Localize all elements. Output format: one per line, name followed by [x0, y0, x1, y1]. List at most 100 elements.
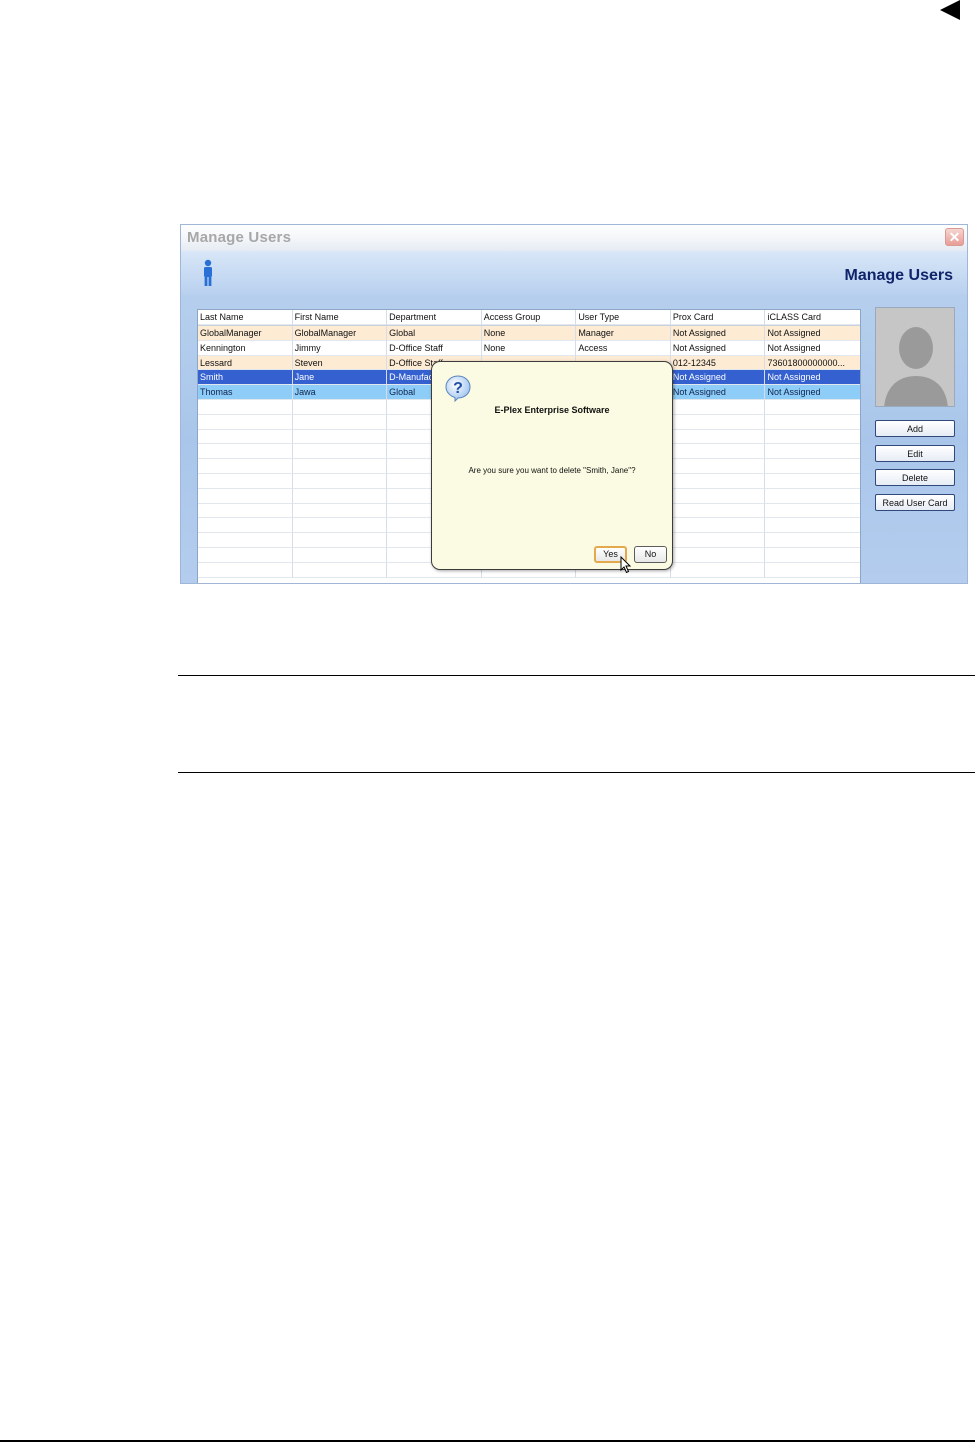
table-cell — [670, 503, 766, 519]
table-row[interactable]: Kennington Jimmy D-Office Staff None Acc… — [198, 340, 861, 356]
table-cell — [670, 429, 766, 445]
close-button[interactable]: ✕ — [945, 228, 964, 246]
table-cell: None — [481, 326, 577, 341]
no-button[interactable]: No — [634, 546, 667, 563]
table-cell: Kennington — [198, 340, 293, 356]
table-cell: Jimmy — [292, 340, 388, 356]
table-cell — [670, 414, 766, 430]
table-cell — [670, 562, 766, 578]
table-cell — [670, 518, 766, 534]
column-header-user-type[interactable]: User Type — [576, 310, 671, 325]
table-cell — [765, 400, 861, 415]
table-cell: Not Assigned — [765, 370, 861, 386]
table-cell — [765, 474, 861, 489]
table-cell: Not Assigned — [670, 340, 766, 356]
header-band: Manage Users — [181, 251, 967, 295]
table-cell — [292, 533, 388, 548]
person-icon — [204, 259, 212, 286]
table-cell: Lessard — [198, 355, 293, 371]
table-cell: 012-12345 — [670, 355, 766, 371]
delete-button[interactable]: Delete — [875, 469, 955, 486]
table-cell — [670, 533, 766, 548]
user-silhouette-icon — [876, 308, 954, 406]
table-cell — [198, 444, 293, 460]
window-titlebar: Manage Users ✕ — [181, 225, 967, 252]
table-cell — [765, 430, 861, 445]
svg-text:?: ? — [453, 380, 463, 397]
table-cell — [292, 518, 388, 534]
table-cell — [765, 504, 861, 519]
table-cell: D-Office Staff — [387, 340, 482, 356]
column-header-prox-card[interactable]: Prox Card — [670, 310, 766, 325]
table-cell — [292, 429, 388, 445]
table-cell — [670, 547, 766, 563]
table-cell: Not Assigned — [765, 326, 861, 341]
column-header-last-name[interactable]: Last Name — [198, 310, 293, 325]
table-cell: Steven — [292, 355, 388, 371]
table-cell — [765, 533, 861, 548]
table-cell — [292, 562, 388, 578]
confirm-delete-dialog: ? E-Plex Enterprise Software Are you sur… — [431, 361, 673, 574]
table-row[interactable]: GlobalManager GlobalManager Global None … — [198, 326, 861, 341]
back-arrow-icon[interactable] — [940, 0, 960, 20]
table-cell — [198, 473, 293, 489]
column-header-iclass-card[interactable]: iCLASS Card — [765, 310, 861, 325]
table-cell — [198, 547, 293, 563]
table-cell — [292, 414, 388, 430]
table-cell — [292, 547, 388, 563]
table-cell — [670, 399, 766, 415]
table-header: Last Name First Name Department Access G… — [198, 310, 861, 326]
table-cell — [765, 415, 861, 430]
table-cell — [670, 473, 766, 489]
edit-button[interactable]: Edit — [875, 445, 955, 462]
column-header-first-name[interactable]: First Name — [292, 310, 388, 325]
table-cell — [198, 518, 293, 534]
table-cell — [765, 489, 861, 504]
question-icon: ? — [445, 375, 471, 402]
table-cell — [198, 533, 293, 548]
read-user-card-button[interactable]: Read User Card — [875, 494, 955, 511]
table-cell: 73601800000000... — [765, 356, 861, 371]
table-cell — [670, 459, 766, 474]
table-cell — [670, 488, 766, 504]
footer-rule — [0, 1440, 975, 1442]
table-cell — [198, 399, 293, 415]
table-cell — [765, 563, 861, 578]
table-cell — [198, 459, 293, 474]
window-title: Manage Users — [187, 229, 292, 246]
table-cell: Not Assigned — [765, 341, 861, 356]
column-header-access-group[interactable]: Access Group — [481, 310, 577, 325]
table-cell: None — [481, 340, 577, 356]
table-cell — [292, 444, 388, 460]
table-cell: GlobalManager — [292, 326, 388, 341]
table-cell — [765, 518, 861, 534]
table-cell — [292, 488, 388, 504]
table-cell — [198, 414, 293, 430]
table-cell: Access — [576, 340, 671, 356]
table-cell — [292, 399, 388, 415]
dialog-title: E-Plex Enterprise Software — [494, 405, 610, 415]
table-cell: Jane — [292, 370, 388, 386]
add-button[interactable]: Add — [875, 420, 955, 437]
table-cell — [198, 429, 293, 445]
table-cell — [765, 548, 861, 563]
table-cell — [292, 459, 388, 474]
table-cell — [292, 503, 388, 519]
table-cell — [765, 444, 861, 460]
table-cell: Not Assigned — [670, 385, 766, 400]
table-cell: Thomas — [198, 385, 293, 400]
table-cell — [198, 562, 293, 578]
page-title: Manage Users — [844, 267, 954, 284]
mouse-cursor-icon — [620, 556, 632, 574]
user-photo-placeholder — [875, 307, 955, 407]
table-cell: Not Assigned — [765, 385, 861, 400]
table-cell: Not Assigned — [670, 370, 766, 386]
column-header-department[interactable]: Department — [387, 310, 482, 325]
table-cell: Not Assigned — [670, 326, 766, 341]
table-cell — [198, 503, 293, 519]
divider-line — [178, 675, 975, 676]
table-cell: Smith — [198, 370, 293, 386]
dialog-message: Are you sure you want to delete "Smith, … — [468, 466, 636, 475]
table-cell — [292, 473, 388, 489]
manage-users-window: Manage Users ✕ Manage Users Last Name Fi… — [180, 224, 968, 584]
